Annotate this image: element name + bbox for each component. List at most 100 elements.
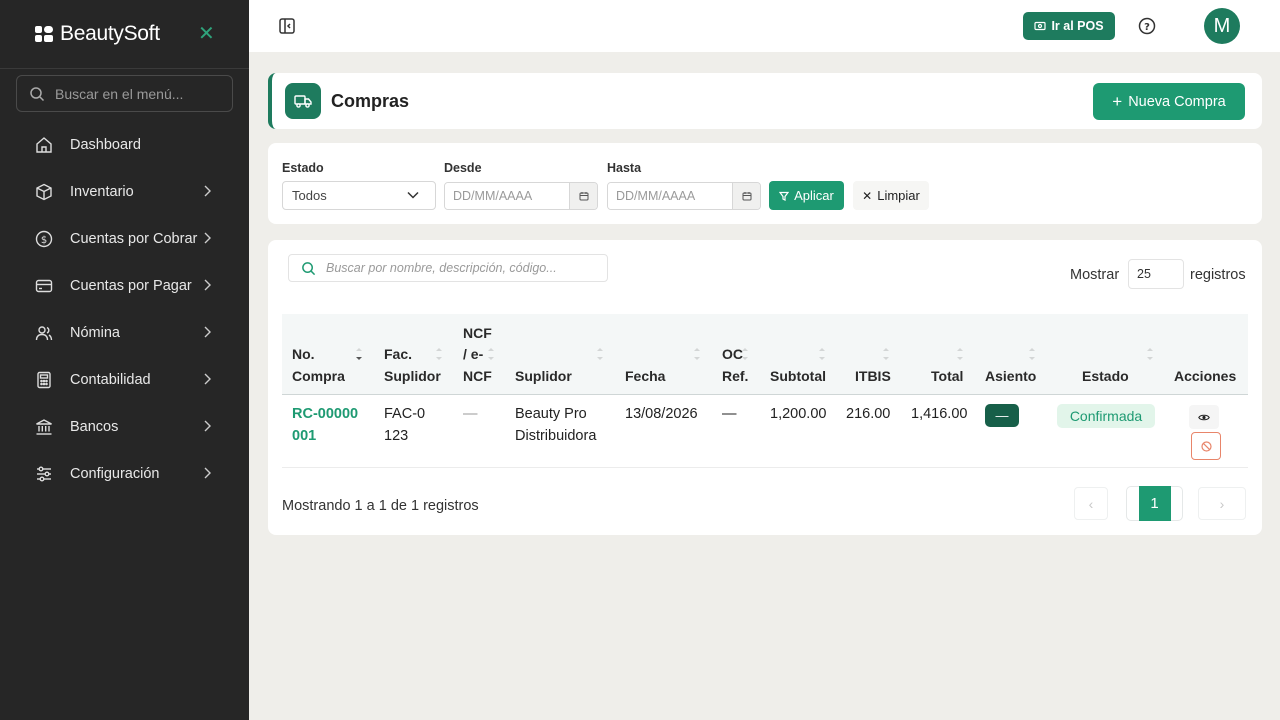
sidebar-item-bancos[interactable]: Bancos: [0, 403, 249, 450]
status-badge: Confirmada: [1057, 404, 1155, 428]
hasta-date-field: [607, 182, 761, 210]
column-header-estado[interactable]: Estado: [1082, 314, 1132, 395]
apply-filters-button[interactable]: Aplicar: [769, 181, 844, 210]
sidebar-toggle-icon[interactable]: [278, 17, 296, 35]
search-icon: [302, 261, 316, 275]
estado-filter-label: Estado: [282, 161, 324, 175]
column-header-acciones: Acciones: [1174, 367, 1237, 384]
sidebar-item-cuentas-por-pagar[interactable]: Cuentas por Pagar: [0, 262, 249, 309]
chevron-right-icon: [204, 373, 211, 385]
purchases-table-card: Mostrar 25 registros No. Compra Fac. Sup…: [268, 240, 1262, 535]
calendar-icon[interactable]: [569, 183, 597, 209]
desde-date-input[interactable]: [445, 183, 569, 209]
sidebar-item-cuentas-por-cobrar[interactable]: $ Cuentas por Cobrar: [0, 215, 249, 262]
view-button[interactable]: [1189, 405, 1219, 429]
table-row: RC-00000001 FAC-0123 — Beauty Pro Distri…: [282, 395, 1248, 468]
brand: BeautySoft ✕: [0, 0, 249, 69]
ban-icon: [1200, 440, 1212, 452]
sort-icon[interactable]: [1028, 347, 1036, 361]
clear-filters-button[interactable]: ✕ Limpiar: [853, 181, 929, 210]
cell-ncf: —: [463, 406, 478, 422]
pagination-next-button[interactable]: ›: [1198, 487, 1246, 520]
sidebar-item-label: Nómina: [70, 324, 120, 341]
sidebar-item-inventario[interactable]: Inventario: [0, 168, 249, 215]
sort-icon[interactable]: [596, 347, 604, 361]
truck-icon: [285, 83, 321, 119]
chevron-right-icon: [204, 467, 211, 479]
cell-oc-ref: —: [722, 406, 737, 422]
column-header-total[interactable]: Total: [931, 314, 971, 395]
page-number: 1: [1138, 486, 1171, 521]
pagination-prev-button[interactable]: ‹: [1074, 487, 1108, 520]
calendar-icon[interactable]: [732, 183, 760, 209]
asiento-badge[interactable]: —: [985, 404, 1019, 427]
new-purchase-button[interactable]: + Nueva Compra: [1093, 83, 1245, 120]
estado-select[interactable]: Todos: [282, 181, 436, 210]
column-header-no-compra[interactable]: No. Compra: [292, 314, 352, 395]
menu-search[interactable]: [16, 75, 233, 112]
cell-total: 1,416.00: [911, 406, 968, 422]
cell-itbis: 216.00: [846, 406, 891, 422]
show-label: Mostrar: [1070, 267, 1120, 283]
apply-label: Aplicar: [794, 188, 834, 203]
sidebar-item-nomina[interactable]: Nómina: [0, 309, 249, 356]
column-header-fecha[interactable]: Fecha: [625, 314, 685, 395]
box-icon: [35, 183, 53, 201]
sidebar-item-contabilidad[interactable]: Contabilidad: [0, 356, 249, 403]
dollar-circle-icon: $: [35, 230, 53, 248]
column-header-asiento[interactable]: Asiento: [985, 314, 1045, 395]
hasta-label: Hasta: [607, 161, 642, 175]
sidebar-item-label: Configuración: [70, 465, 160, 482]
pagination-current-page[interactable]: 1: [1126, 486, 1183, 521]
sidebar-item-label: Contabilidad: [70, 371, 151, 388]
svg-text:$: $: [41, 235, 47, 246]
cancel-purchase-button[interactable]: [1191, 432, 1221, 460]
sidebar-nav: Dashboard Inventario $ Cuentas por Cobra…: [0, 121, 249, 497]
sidebar-item-label: Cuentas por Cobrar: [70, 230, 198, 247]
sort-icon[interactable]: [435, 347, 443, 361]
chevron-right-icon: [204, 326, 211, 338]
sidebar-item-label: Inventario: [70, 183, 134, 200]
cell-no-compra[interactable]: RC-00000001: [292, 404, 366, 447]
menu-search-input[interactable]: [55, 85, 215, 102]
sliders-icon: [35, 465, 53, 483]
chevron-right-icon: [204, 232, 211, 244]
sidebar-item-dashboard[interactable]: Dashboard: [0, 121, 249, 168]
desde-label: Desde: [444, 161, 482, 175]
filters-panel: Estado Todos Desde Hasta Aplicar ✕ Limpi…: [268, 143, 1262, 224]
go-to-pos-label: Ir al POS: [1051, 19, 1104, 33]
clear-label: Limpiar: [877, 188, 920, 203]
calculator-icon: [35, 371, 53, 389]
column-header-suplidor[interactable]: Suplidor: [515, 314, 605, 395]
chevron-right-icon: [204, 420, 211, 432]
sort-icon[interactable]: [693, 347, 701, 361]
sidebar-item-label: Bancos: [70, 418, 119, 435]
sidebar-item-configuracion[interactable]: Configuración: [0, 450, 249, 497]
sort-icon[interactable]: [741, 347, 749, 361]
page-size-input[interactable]: 25: [1128, 259, 1184, 289]
chevron-right-icon: [204, 185, 211, 197]
cash-icon: [1034, 21, 1047, 31]
help-icon[interactable]: ?: [1138, 17, 1156, 35]
sort-icon[interactable]: [882, 347, 890, 361]
sort-icon[interactable]: [956, 347, 964, 361]
table-search[interactable]: [288, 254, 608, 282]
chevron-down-icon: [407, 191, 419, 199]
eye-icon: [1198, 414, 1210, 420]
pagination-info: Mostrando 1 a 1 de 1 registros: [282, 498, 479, 514]
new-purchase-label: Nueva Compra: [1128, 93, 1226, 110]
sort-icon[interactable]: [1146, 347, 1154, 361]
hasta-date-input[interactable]: [608, 183, 732, 209]
cell-fac-suplidor: FAC-0123: [384, 406, 426, 444]
go-to-pos-button[interactable]: Ir al POS: [1023, 12, 1115, 40]
table-header: No. Compra Fac. Suplidor NCF / e-NCF Sup…: [282, 314, 1248, 395]
sidebar-item-label: Cuentas por Pagar: [70, 277, 192, 294]
close-sidebar-icon[interactable]: ✕: [198, 22, 215, 46]
sort-desc-icon[interactable]: [355, 347, 363, 361]
bank-icon: [35, 418, 53, 436]
sort-icon[interactable]: [818, 347, 826, 361]
sort-icon[interactable]: [487, 347, 495, 361]
cell-subtotal: 1,200.00: [770, 406, 827, 422]
avatar[interactable]: M: [1204, 8, 1240, 44]
table-search-input[interactable]: [326, 261, 596, 275]
